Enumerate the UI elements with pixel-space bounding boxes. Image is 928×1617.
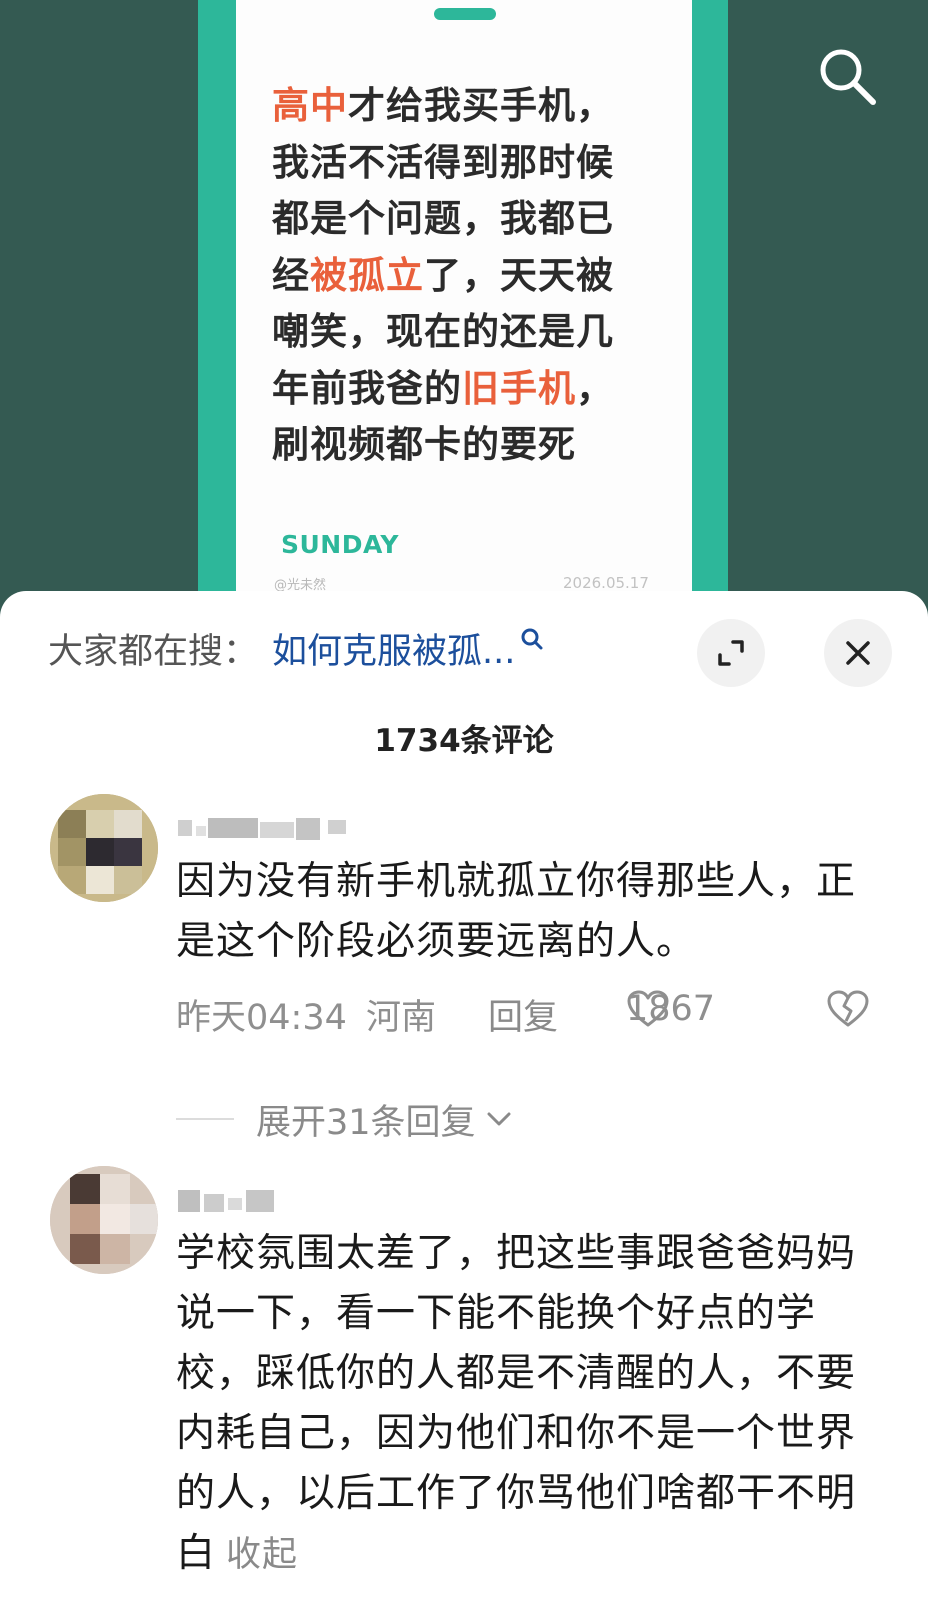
username-blurred[interactable]: [178, 1186, 358, 1214]
quote-segment: 我活不活得到那时候: [272, 140, 614, 184]
search-icon[interactable]: [815, 44, 881, 110]
avatar-blurred-image: [50, 1166, 158, 1274]
quote-segment: ，: [576, 366, 614, 410]
brand-label: SUNDAY: [281, 530, 400, 559]
expand-replies-label: 展开31条回复: [256, 1102, 476, 1143]
quote-segment: 年前我爸的: [272, 366, 462, 410]
comment-text: 学校氛围太差了，把这些事跟爸爸妈妈说一下，看一下能不能换个好点的学校，踩低你的人…: [176, 1224, 866, 1585]
close-button[interactable]: [824, 619, 892, 687]
expand-icon: [718, 640, 744, 666]
card-top-handle: [434, 8, 496, 20]
hot-search-query-link[interactable]: 如何克服被孤...: [272, 623, 515, 674]
quote-segment: 才给我买手机，: [348, 84, 614, 127]
comment-sheet: 大家都在搜： 如何克服被孤... 1734条评论 因为没有新手机就孤立你得那些人…: [0, 591, 928, 1617]
quote-segment: 被孤立: [310, 253, 424, 297]
quote-segment: 了，天天被: [424, 253, 614, 297]
search-icon: [521, 628, 543, 650]
video-quote-text: 高中才给我买手机， 我活不活得到那时候 都是个问题，我都已 经被孤立了，天天被 …: [272, 78, 672, 474]
comment-time: 昨天04:34: [176, 998, 347, 1038]
reply-button[interactable]: 回复: [488, 989, 558, 1040]
quote-segment: 高中: [272, 84, 348, 127]
close-icon: [846, 641, 870, 665]
quote-segment: 经: [272, 253, 310, 297]
like-button[interactable]: 1867: [626, 989, 715, 1029]
quote-segment: 都是个问题，我都已: [272, 197, 614, 240]
expand-button[interactable]: [697, 619, 765, 687]
avatar[interactable]: [50, 794, 158, 902]
username-blurred[interactable]: [178, 814, 358, 842]
comment-text-body: 学校氛围太差了，把这些事跟爸爸妈妈说一下，看一下能不能换个好点的学校，踩低你的人…: [176, 1231, 857, 1576]
like-count: 1867: [626, 989, 716, 1029]
comment-location: 河南: [366, 998, 437, 1038]
comment-count-title: 1734条评论: [374, 723, 554, 759]
divider: [176, 1118, 234, 1120]
quote-segment: 刷视频都卡的要死: [272, 423, 576, 466]
video-background[interactable]: 高中才给我买手机， 我活不活得到那时候 都是个问题，我都已 经被孤立了，天天被 …: [0, 0, 928, 640]
dislike-button[interactable]: [826, 989, 870, 1038]
hot-search-bar[interactable]: 大家都在搜： 如何克服被孤...: [48, 623, 545, 673]
avatar-blurred-image: [50, 794, 158, 902]
avatar[interactable]: [50, 1166, 158, 1274]
quote-segment: 嘲笑，现在的还是几: [272, 310, 614, 353]
collapse-button[interactable]: 收起: [226, 1535, 298, 1575]
card-date: 2026.05.17: [563, 574, 649, 592]
quote-segment: 旧手机: [462, 366, 576, 410]
comment-text: 因为没有新手机就孤立你得那些人，正是这个阶段必须要远离的人。: [176, 859, 857, 964]
broken-heart-icon: [827, 990, 869, 1027]
chevron-down-icon: [487, 1112, 511, 1126]
hot-search-prefix: 大家都在搜：: [48, 631, 259, 672]
comment-meta: 昨天04:34 河南 回复 1867: [176, 989, 896, 1039]
expand-replies-button[interactable]: 展开31条回复: [176, 1094, 512, 1144]
